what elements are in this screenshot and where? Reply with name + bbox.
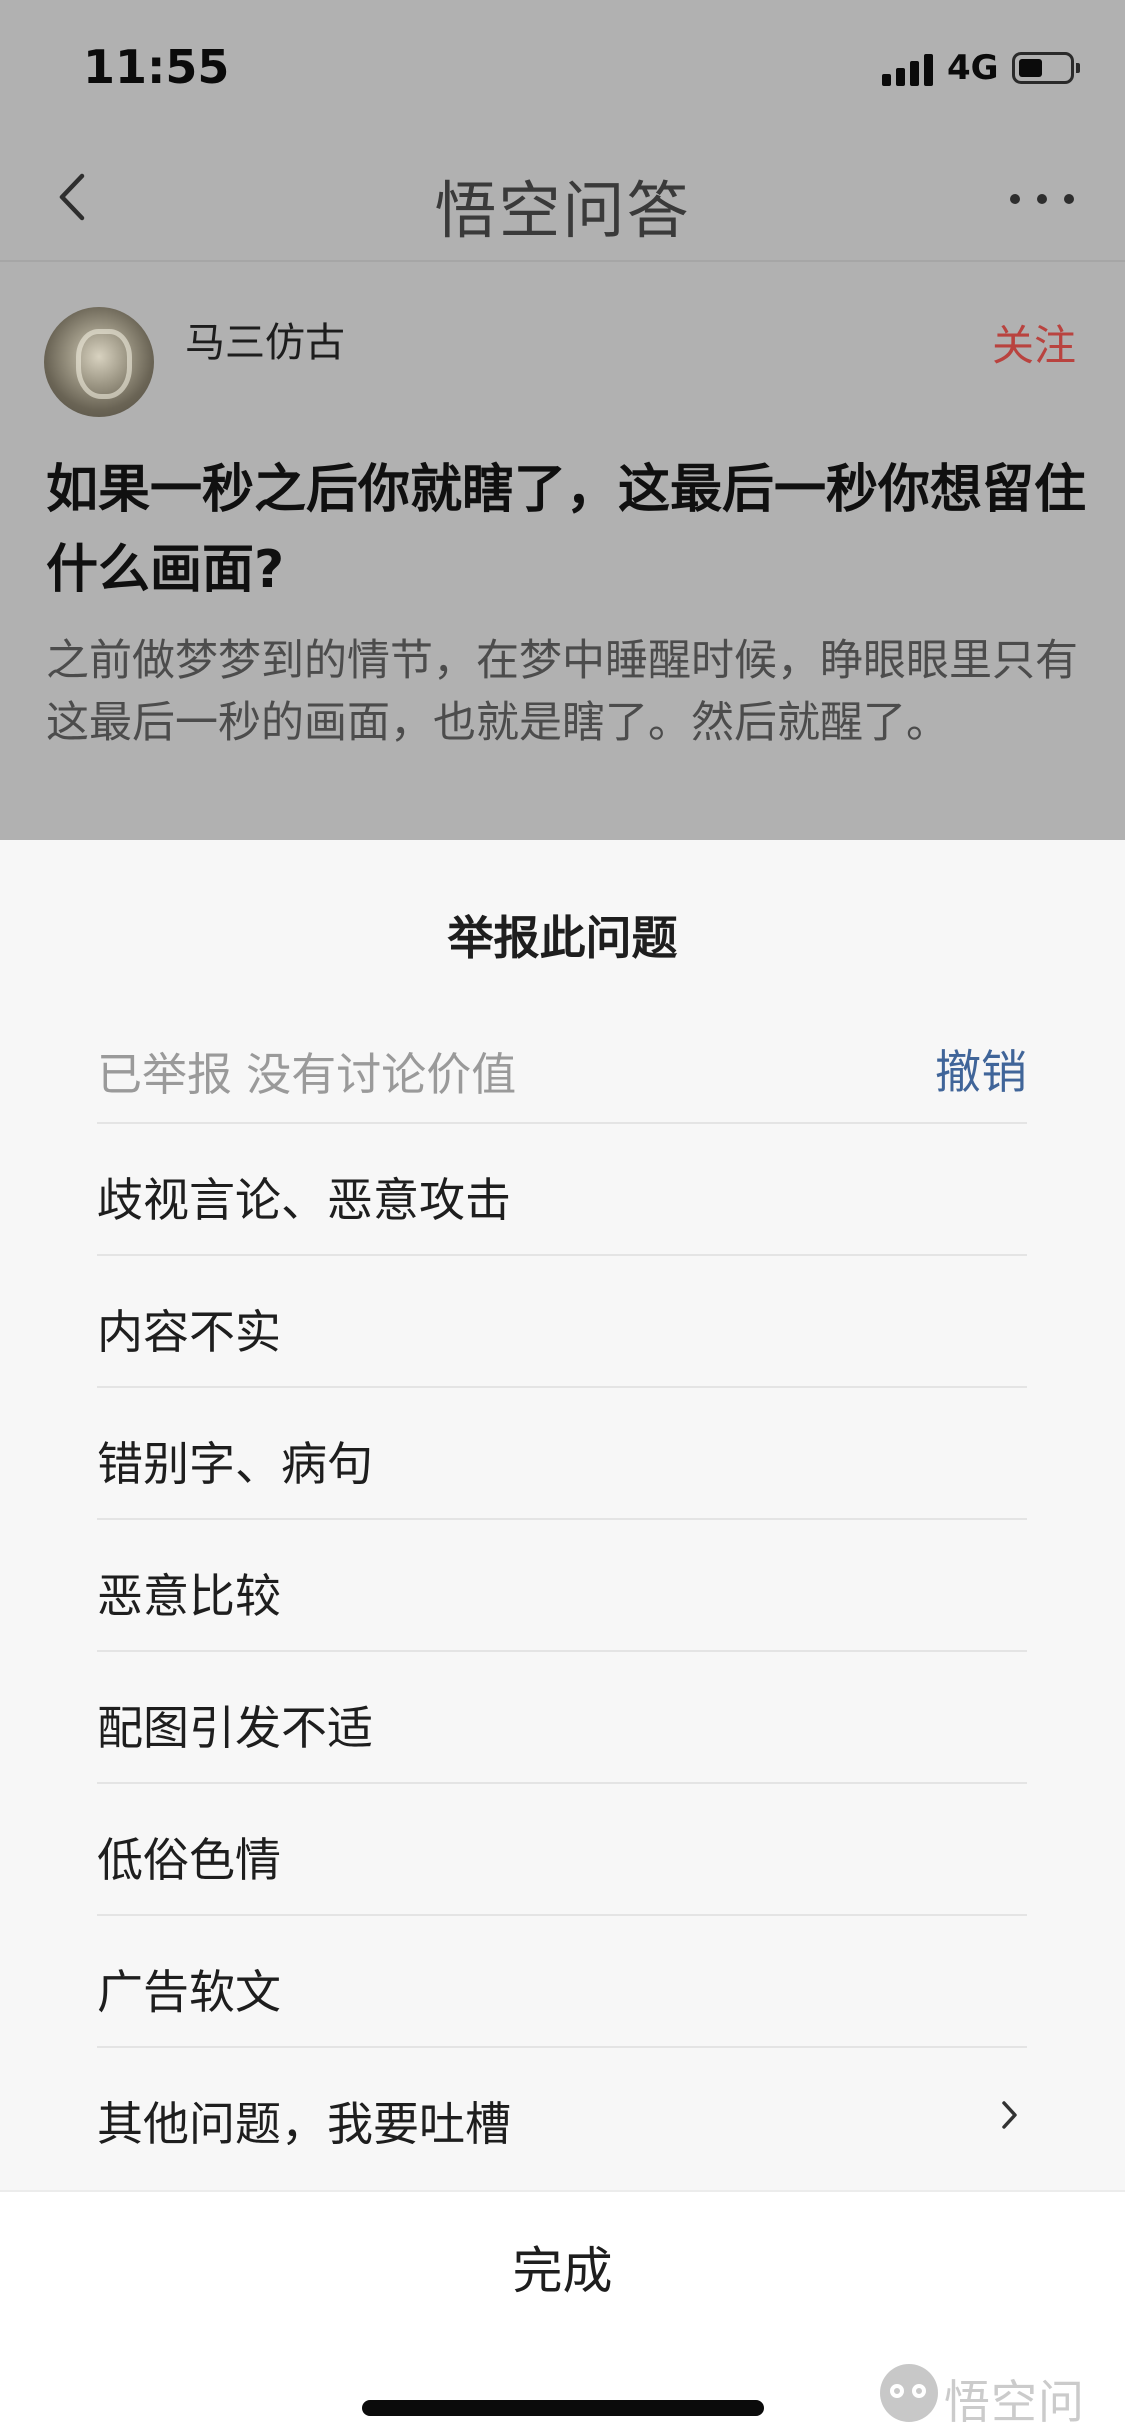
reason-item-disturbing-image[interactable]: 配图引发不适 xyxy=(97,1652,1027,1784)
nav-bar: 悟空问答 xyxy=(0,132,1125,262)
report-reason-list: 歧视言论、恶意攻击 内容不实 错别字、病句 恶意比较 配图引发不适 低俗色情 广… xyxy=(97,1124,1027,2180)
home-indicator[interactable] xyxy=(362,2400,764,2416)
chevron-right-icon xyxy=(1002,2101,1017,2129)
sheet-title: 举报此问题 xyxy=(447,911,678,965)
reason-label: 配图引发不适 xyxy=(97,1701,373,1755)
more-dots-icon[interactable] xyxy=(1010,194,1074,206)
reason-label: 错别字、病句 xyxy=(97,1437,373,1491)
watermark: 悟空问答 xyxy=(880,2356,1120,2429)
battery-icon xyxy=(1012,52,1080,84)
network-type: 4G xyxy=(947,48,999,88)
reason-item-false-content[interactable]: 内容不实 xyxy=(97,1256,1027,1388)
question-page-dimmed: 11:55 4G 悟空问答 马三仿古 关注 如果一秒之后你就瞎了，这最后一秒你想… xyxy=(0,0,1125,840)
avatar[interactable] xyxy=(44,307,154,417)
reason-label: 歧视言论、恶意攻击 xyxy=(97,1173,511,1227)
follow-button[interactable]: 关注 xyxy=(992,312,1076,373)
status-bar: 11:55 4G xyxy=(0,0,1125,132)
reason-label: 恶意比较 xyxy=(97,1569,281,1623)
report-sheet: 举报此问题 已举报 没有讨论价值 撤销 歧视言论、恶意攻击 内容不实 错别字、病… xyxy=(0,840,1125,2436)
status-time: 11:55 xyxy=(83,40,230,94)
undo-button[interactable]: 撤销 xyxy=(935,1036,1027,1102)
reason-item-malicious-comparison[interactable]: 恶意比较 xyxy=(97,1520,1027,1652)
author-name[interactable]: 马三仿古 xyxy=(185,310,345,368)
reason-item-vulgar[interactable]: 低俗色情 xyxy=(97,1784,1027,1916)
signal-icon xyxy=(882,52,936,86)
reported-status-row: 已举报 没有讨论价值 撤销 xyxy=(97,1030,1027,1124)
reason-label: 内容不实 xyxy=(97,1305,281,1359)
reason-item-typos[interactable]: 错别字、病句 xyxy=(97,1388,1027,1520)
question-description: 之前做梦梦到的情节，在梦中睡醒时候，睁眼眼里只有这最后一秒的画面，也就是瞎了。然… xyxy=(46,636,1078,748)
reason-item-other[interactable]: 其他问题，我要吐槽 xyxy=(97,2048,1027,2180)
watermark-logo-icon xyxy=(880,2364,938,2422)
question-title: 如果一秒之后你就瞎了，这最后一秒你想留住什么画面? xyxy=(46,460,1087,600)
done-button[interactable]: 完成 xyxy=(0,2226,1125,2316)
app-title: 悟空问答 xyxy=(434,174,691,247)
screen: 11:55 4G 悟空问答 马三仿古 关注 如果一秒之后你就瞎了，这最后一秒你想… xyxy=(0,0,1125,2436)
reason-label: 广告软文 xyxy=(97,1965,281,2019)
reason-item-advertising[interactable]: 广告软文 xyxy=(97,1916,1027,2048)
watermark-text: 悟空问答 xyxy=(944,2375,1085,2429)
reason-label: 其他问题，我要吐槽 xyxy=(97,2097,511,2151)
reason-label: 低俗色情 xyxy=(97,1833,281,1887)
battery-level xyxy=(1019,59,1042,77)
reported-status-label: 已举报 没有讨论价值 xyxy=(97,1048,517,1101)
author-row: 马三仿古 关注 xyxy=(0,300,1125,420)
reason-item-discrimination[interactable]: 歧视言论、恶意攻击 xyxy=(97,1124,1027,1256)
